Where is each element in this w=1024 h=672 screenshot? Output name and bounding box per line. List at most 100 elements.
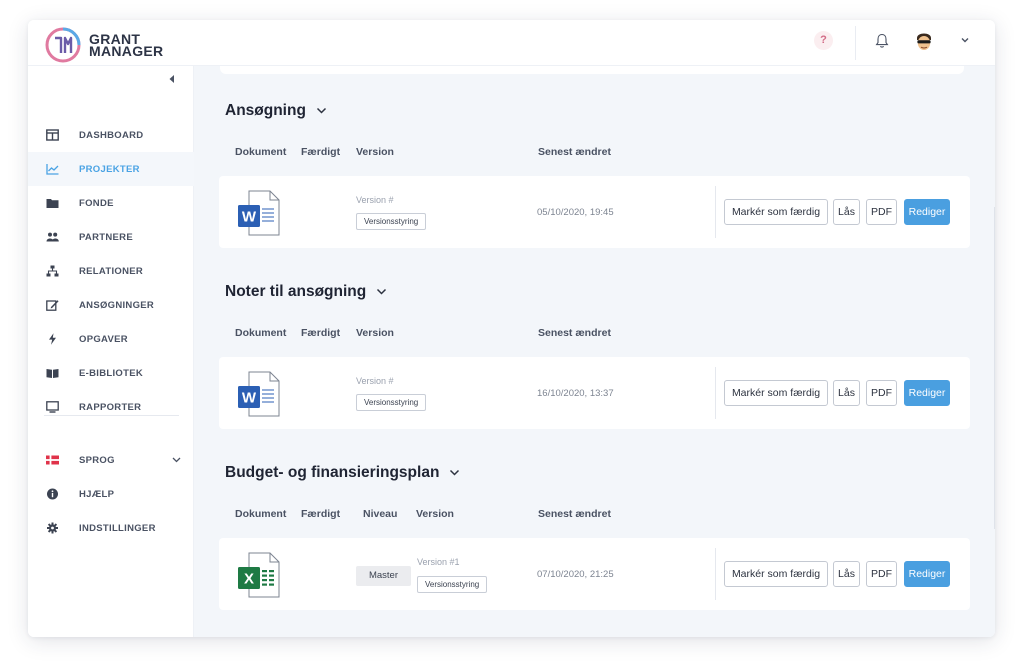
main-content: Ansøgning Dokument Færdigt Version Senes… bbox=[194, 66, 995, 637]
version-control-button[interactable]: Versionsstyring bbox=[417, 576, 488, 593]
modified-date: 05/10/2020, 19:45 bbox=[537, 207, 614, 218]
sidebar-item-label: RELATIONER bbox=[79, 265, 144, 277]
mark-done-button[interactable]: Markér som færdig bbox=[724, 199, 828, 225]
column-header-done: Færdigt bbox=[301, 327, 341, 339]
edit-button[interactable]: Rediger bbox=[904, 199, 950, 225]
cog-icon bbox=[47, 522, 58, 534]
lock-button[interactable]: Lås bbox=[833, 561, 860, 587]
chevron-down-icon[interactable] bbox=[316, 107, 327, 115]
pdf-button[interactable]: PDF bbox=[866, 199, 897, 225]
pdf-button[interactable]: PDF bbox=[866, 380, 897, 406]
version-control-button[interactable]: Versionsstyring bbox=[356, 213, 427, 230]
chevron-down-icon[interactable] bbox=[449, 469, 460, 477]
svg-text:W: W bbox=[242, 390, 257, 407]
column-header-version: Version bbox=[356, 146, 394, 158]
column-header-done: Færdigt bbox=[301, 508, 341, 520]
section-title-ansogning[interactable]: Ansøgning bbox=[225, 102, 327, 120]
sidebar-item-label: INDSTILLINGER bbox=[79, 522, 156, 534]
chevron-down-icon[interactable] bbox=[171, 455, 182, 465]
help-icon[interactable]: ? bbox=[814, 31, 833, 50]
sidebar-item-label: PARTNERE bbox=[79, 231, 133, 243]
column-header-modified: Senest ændret bbox=[538, 146, 611, 158]
sidebar-item-e-bibliotek[interactable]: E-BIBLIOTEK bbox=[28, 356, 194, 390]
word-file-icon[interactable]: W bbox=[237, 190, 281, 236]
column-header-version: Version bbox=[356, 327, 394, 339]
section-title-text: Ansøgning bbox=[225, 102, 306, 119]
bolt-icon bbox=[49, 333, 56, 345]
svg-text:W: W bbox=[242, 209, 257, 226]
lock-button[interactable]: Lås bbox=[833, 380, 860, 406]
document-row: X Master Version #1 Versionsstyring 07/1… bbox=[219, 538, 970, 610]
mark-done-button[interactable]: Markér som færdig bbox=[724, 561, 828, 587]
modified-date: 16/10/2020, 13:37 bbox=[537, 388, 614, 399]
scrollbar[interactable] bbox=[994, 207, 995, 529]
sidebar-item-rapporter[interactable]: RAPPORTER bbox=[28, 390, 194, 424]
sidebar-item-fonde[interactable]: FONDE bbox=[28, 186, 194, 220]
sidebar-item-label: SPROG bbox=[79, 454, 115, 466]
info-icon bbox=[47, 488, 58, 500]
column-header-document: Dokument bbox=[235, 327, 287, 339]
excel-file-icon[interactable]: X bbox=[237, 552, 281, 598]
section-title-budget[interactable]: Budget- og finansieringsplan bbox=[225, 464, 460, 482]
sidebar-item-indstillinger[interactable]: INDSTILLINGER bbox=[28, 511, 194, 545]
sidebar-item-label: RAPPORTER bbox=[79, 401, 142, 413]
sidebar-item-dashboard[interactable]: DASHBOARD bbox=[28, 118, 194, 152]
sidebar-item-label: E-BIBLIOTEK bbox=[79, 367, 143, 379]
app-window: GRANT MANAGER ? DASHBOARD PROJEKTER FOND… bbox=[28, 20, 995, 637]
row-divider bbox=[715, 367, 716, 419]
dashboard-icon bbox=[46, 129, 59, 141]
document-row: W Version # Versionsstyring 05/10/2020, … bbox=[219, 176, 970, 248]
document-row: W Version # Versionsstyring 16/10/2020, … bbox=[219, 357, 970, 429]
word-file-icon[interactable]: W bbox=[237, 371, 281, 417]
sidebar-item-projekter[interactable]: PROJEKTER bbox=[28, 152, 194, 186]
column-header-version: Version bbox=[416, 508, 454, 520]
book-icon bbox=[46, 369, 59, 378]
collapse-sidebar-icon[interactable] bbox=[168, 74, 176, 84]
edit-button[interactable]: Rediger bbox=[904, 380, 950, 406]
sidebar-item-ansogninger[interactable]: ANSØGNINGER bbox=[28, 288, 194, 322]
grant-manager-logo-icon bbox=[45, 27, 81, 63]
sidebar-item-partnere[interactable]: PARTNERE bbox=[28, 220, 194, 254]
column-header-document: Dokument bbox=[235, 508, 287, 520]
column-header-modified: Senest ændret bbox=[538, 508, 611, 520]
sidebar-item-relationer[interactable]: RELATIONER bbox=[28, 254, 194, 288]
logo-text: GRANT MANAGER bbox=[89, 32, 163, 58]
sitemap-icon bbox=[46, 265, 59, 277]
chevron-down-icon[interactable] bbox=[376, 288, 387, 296]
edit-icon bbox=[46, 300, 59, 311]
logo[interactable]: GRANT MANAGER bbox=[44, 26, 163, 64]
folder-icon bbox=[46, 199, 59, 208]
chevron-down-icon[interactable] bbox=[959, 34, 971, 46]
section-title-noter[interactable]: Noter til ansøgning bbox=[225, 283, 387, 301]
sidebar-item-label: PROJEKTER bbox=[79, 163, 140, 175]
sidebar-item-label: HJÆLP bbox=[79, 488, 115, 500]
edit-button[interactable]: Rediger bbox=[904, 561, 950, 587]
user-avatar[interactable] bbox=[912, 29, 936, 53]
sidebar: DASHBOARD PROJEKTER FONDE PARTNERE RELAT… bbox=[28, 66, 194, 637]
sidebar-item-sprog[interactable]: SPROG bbox=[28, 443, 194, 477]
version-label: Version # bbox=[356, 376, 394, 386]
sidebar-divider bbox=[44, 415, 179, 416]
danish-flag-icon bbox=[46, 455, 59, 465]
chart-icon bbox=[46, 164, 59, 175]
sidebar-item-opgaver[interactable]: OPGAVER bbox=[28, 322, 194, 356]
column-header-done: Færdigt bbox=[301, 146, 341, 158]
lock-button[interactable]: Lås bbox=[833, 199, 860, 225]
pdf-button[interactable]: PDF bbox=[866, 561, 897, 587]
top-bar: GRANT MANAGER ? bbox=[28, 20, 995, 66]
version-label: Version #1 bbox=[417, 557, 460, 567]
row-divider bbox=[715, 548, 716, 600]
level-badge: Master bbox=[356, 566, 411, 586]
bell-icon[interactable] bbox=[873, 32, 891, 50]
section-title-text: Budget- og finansieringsplan bbox=[225, 464, 440, 481]
sidebar-item-label: OPGAVER bbox=[79, 333, 128, 345]
mark-done-button[interactable]: Markér som færdig bbox=[724, 380, 828, 406]
column-header-level: Niveau bbox=[363, 508, 398, 520]
sidebar-item-label: FONDE bbox=[79, 197, 114, 209]
row-divider bbox=[715, 186, 716, 238]
column-header-modified: Senest ændret bbox=[538, 327, 611, 339]
version-control-button[interactable]: Versionsstyring bbox=[356, 394, 427, 411]
users-icon bbox=[46, 232, 59, 242]
topbar-divider bbox=[855, 26, 856, 60]
sidebar-item-hjaelp[interactable]: HJÆLP bbox=[28, 477, 194, 511]
